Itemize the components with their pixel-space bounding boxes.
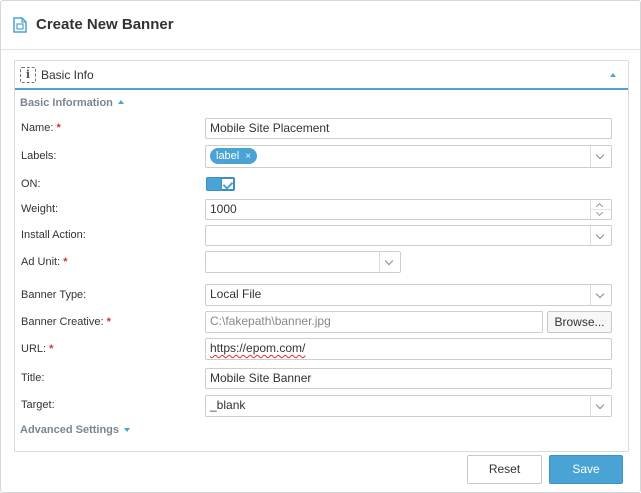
label-tag-text: label	[216, 150, 240, 162]
on-label: ON:	[21, 178, 41, 190]
url-label: URL: *	[21, 343, 54, 355]
chevron-down-icon[interactable]	[590, 226, 611, 245]
advanced-settings-toggle[interactable]: Advanced Settings	[20, 424, 131, 436]
target-label: Target:	[21, 399, 55, 411]
required-marker: *	[63, 256, 68, 268]
banner-creative-path: C:\fakepath\banner.jpg	[205, 311, 543, 333]
banner-document-icon	[13, 17, 27, 33]
install-action-label: Install Action:	[21, 229, 86, 241]
on-toggle[interactable]	[206, 177, 235, 191]
section-title-basic: Basic Information	[20, 97, 113, 109]
banner-type-select[interactable]: Local File	[205, 284, 612, 306]
labels-select[interactable]: label ×	[205, 145, 612, 168]
required-marker: *	[49, 343, 54, 355]
ad-unit-label: Ad Unit: *	[21, 256, 68, 268]
required-marker: *	[56, 122, 61, 134]
title-input-value: Mobile Site Banner	[210, 371, 312, 385]
tag-remove-icon[interactable]: ×	[245, 151, 251, 162]
reset-button[interactable]: Reset	[467, 455, 542, 484]
save-button[interactable]: Save	[549, 455, 623, 484]
weight-label: Weight:	[21, 203, 59, 215]
section-title-advanced: Advanced Settings	[20, 424, 120, 436]
title-label: Title:	[21, 372, 45, 384]
labels-label: Labels:	[21, 150, 57, 162]
name-input-value: Mobile Site Placement	[210, 121, 330, 135]
caret-down-icon	[124, 428, 131, 432]
weight-input[interactable]: 1000	[205, 199, 612, 220]
chevron-down-icon[interactable]	[590, 146, 611, 167]
required-marker: *	[106, 316, 111, 328]
panel-header[interactable]: i Basic Info	[15, 61, 628, 90]
ad-unit-select[interactable]	[205, 251, 401, 273]
url-input-value: https://epom.com/	[210, 341, 306, 355]
weight-stepper[interactable]	[590, 200, 611, 219]
weight-input-value: 1000	[210, 202, 237, 216]
panel-title: Basic Info	[41, 68, 94, 82]
chevron-down-icon[interactable]	[379, 252, 400, 272]
basic-info-panel: i Basic Info Basic Information Name: * M…	[14, 60, 629, 452]
stepper-down-icon[interactable]	[595, 208, 604, 217]
banner-creative-label: Banner Creative: *	[21, 316, 111, 328]
label-tag: label ×	[210, 148, 258, 164]
create-banner-window: Create New Banner i Basic Info Basic Inf…	[0, 0, 641, 493]
browse-button[interactable]: Browse...	[547, 311, 612, 333]
check-icon	[221, 178, 234, 190]
window-header: Create New Banner	[1, 1, 640, 50]
name-input[interactable]: Mobile Site Placement	[205, 118, 612, 139]
target-select[interactable]: _blank	[205, 395, 612, 417]
title-input[interactable]: Mobile Site Banner	[205, 368, 612, 389]
basic-information-toggle[interactable]: Basic Information	[20, 97, 124, 109]
url-input[interactable]: https://epom.com/	[205, 338, 612, 360]
chevron-down-icon[interactable]	[590, 396, 611, 416]
banner-type-value: Local File	[210, 287, 262, 301]
page-title: Create New Banner	[36, 16, 174, 33]
chevron-down-icon[interactable]	[590, 285, 611, 305]
collapse-icon[interactable]	[610, 73, 616, 77]
banner-type-label: Banner Type:	[21, 289, 87, 301]
caret-up-icon	[117, 100, 124, 104]
banner-creative-value: C:\fakepath\banner.jpg	[210, 314, 331, 328]
install-action-select[interactable]	[205, 225, 612, 246]
info-icon: i	[20, 67, 36, 83]
name-label: Name: *	[21, 122, 61, 134]
target-value: _blank	[210, 398, 246, 412]
